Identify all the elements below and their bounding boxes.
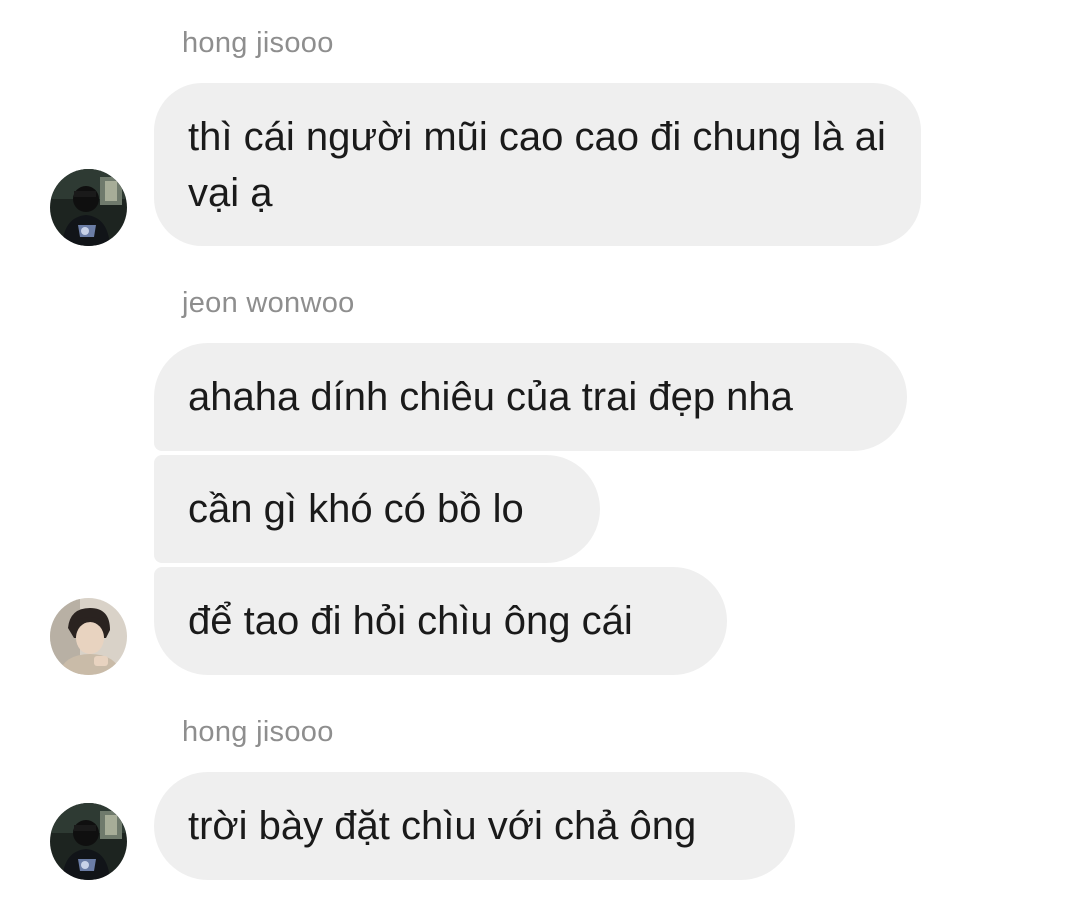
message-bubble[interactable]: để tao đi hỏi chìu ông cái	[154, 567, 727, 675]
avatar[interactable]	[50, 169, 127, 246]
avatar[interactable]	[50, 803, 127, 880]
message-text: để tao đi hỏi chìu ông cái	[188, 599, 633, 643]
message-bubble[interactable]: thì cái người mũi cao cao đi chung là ai…	[154, 83, 921, 246]
message-bubble[interactable]: ahaha dính chiêu của trai đẹp nha	[154, 343, 907, 451]
profile-photo-icon	[50, 598, 127, 675]
avatar[interactable]	[50, 598, 127, 675]
message-text: thì cái người mũi cao cao đi chung là ai…	[188, 114, 886, 215]
message-text: cần gì khó có bồ lo	[188, 487, 524, 531]
message-text: ahaha dính chiêu của trai đẹp nha	[188, 375, 793, 419]
profile-photo-icon	[50, 169, 127, 246]
sender-name: hong jisooo	[182, 716, 334, 748]
message-bubble[interactable]: trời bày đặt chìu với chả ông	[154, 772, 795, 880]
sender-name: jeon wonwoo	[182, 287, 355, 319]
message-bubble[interactable]: cần gì khó có bồ lo	[154, 455, 600, 563]
profile-photo-icon	[50, 803, 127, 880]
sender-name: hong jisooo	[182, 27, 334, 59]
message-text: trời bày đặt chìu với chả ông	[188, 804, 697, 848]
